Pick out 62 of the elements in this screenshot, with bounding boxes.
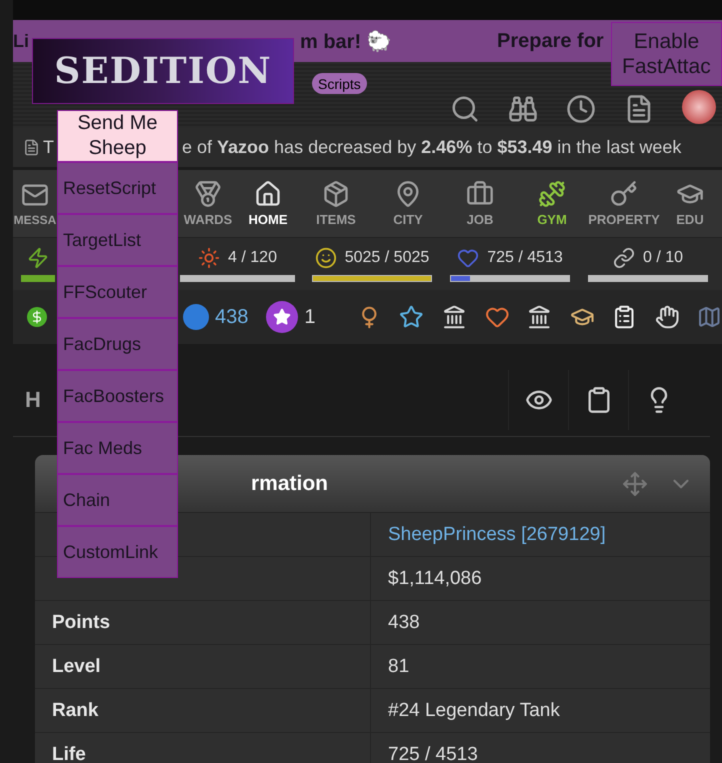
points-coin-icon[interactable] (183, 304, 209, 330)
search-icon[interactable] (450, 94, 480, 124)
bar-value: 725 / 4513 (487, 248, 563, 266)
bank-icon (527, 303, 552, 331)
fast-attack-button[interactable]: Enable FastAttac (611, 22, 722, 86)
key-icon (610, 180, 638, 208)
ticker-text: T (43, 137, 54, 158)
ticker-text: e of Yazoo has decreased by 2.46% to $53.49 in the last week (182, 137, 682, 158)
nav-link[interactable]: GYM (516, 180, 588, 227)
logo[interactable]: SEDITION (32, 38, 294, 104)
table-cell: #24 Legendary Tank (388, 700, 560, 722)
table-cell: Level (52, 656, 101, 678)
section-title: H (25, 387, 41, 413)
script-menu-button[interactable]: Send Me Sheep (57, 110, 178, 162)
bank-icon (442, 303, 466, 331)
chain-link-icon (612, 246, 635, 268)
nav-link[interactable]: PROPERTY (588, 180, 660, 227)
banner-text: m bar! 🐑 (300, 29, 392, 54)
clock-icon[interactable] (566, 94, 596, 124)
table-cell: 725 / 4513 (388, 744, 478, 763)
document-icon (23, 139, 40, 156)
nav-link[interactable]: EDU (660, 180, 720, 227)
script-menu-button[interactable]: Chain (57, 474, 178, 526)
bar-value: 0 / 10 (642, 248, 684, 266)
box-icon (322, 180, 350, 208)
nav-link[interactable]: CITY (372, 180, 444, 227)
table-cell: Life (52, 744, 86, 763)
currency-amount: 438 (215, 306, 248, 328)
script-menu-button[interactable]: TargetList (57, 214, 178, 266)
table-cell: 81 (388, 656, 410, 678)
nav-link[interactable]: MESSA (13, 180, 57, 226)
avatar[interactable] (682, 90, 716, 124)
banner-text: Li (13, 30, 29, 52)
script-menu-button[interactable]: FacBoosters (57, 370, 178, 422)
nav-link[interactable]: ITEMS (300, 180, 372, 227)
script-menu-button[interactable]: Fac Meds (57, 422, 178, 474)
table-cell: Points (52, 612, 110, 634)
dumbbell-icon (538, 180, 566, 208)
table-cell: $1,114,086 (388, 568, 482, 590)
script-menu-button[interactable]: FFScouter (57, 266, 178, 318)
nav-link[interactable]: JOB (444, 180, 516, 227)
table-cell: Rank (52, 700, 98, 722)
script-menu-button[interactable]: CustomLink (57, 526, 178, 578)
table-cell: 438 (388, 612, 420, 634)
bar-value: 5025 / 5025 (344, 248, 430, 266)
script-menu-button[interactable]: FacDrugs (57, 318, 178, 370)
move-icon[interactable] (622, 470, 648, 496)
currency-amount: 1 (304, 306, 316, 328)
fist-icon (654, 303, 680, 331)
bar-value: 4 / 120 (228, 248, 277, 266)
nav-link[interactable]: WARDS (180, 180, 236, 227)
nav-link[interactable]: HOME (236, 180, 300, 227)
script-menu-button[interactable]: ResetScript (57, 162, 178, 214)
scripts-toggle[interactable]: Scripts (312, 73, 367, 94)
house-icon (254, 180, 282, 208)
binoculars-icon[interactable] (508, 94, 538, 124)
medal-icon (194, 180, 222, 208)
banner-text: Prepare for (497, 30, 604, 52)
dollar-coin-icon[interactable] (27, 307, 47, 327)
player-link[interactable]: SheepPrincess [2679129] (388, 524, 606, 546)
star-coin-icon[interactable] (266, 301, 298, 333)
card-title: rmation (251, 472, 330, 496)
